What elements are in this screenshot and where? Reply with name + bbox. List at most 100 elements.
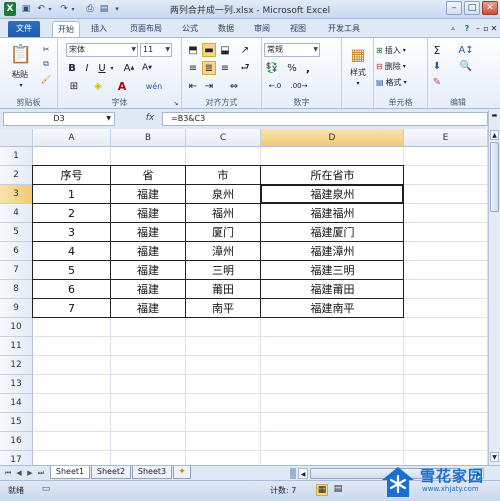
decrease-decimal-button[interactable]: .00→ [288,79,310,93]
align-left-button[interactable]: ≡ [186,61,200,75]
font-name-select[interactable]: 宋体 ▼ [66,43,138,57]
row-header-9[interactable]: 9 [0,299,33,318]
phonetic-guide-button[interactable]: wén [144,79,164,93]
tab-data[interactable]: 数据 [214,21,238,37]
format-painter-icon[interactable]: 🖌 [40,73,52,85]
align-middle-button[interactable]: ▬ [202,43,216,57]
close-button[interactable]: ✕ [482,1,498,15]
merge-center-button[interactable]: ⇔ [224,79,244,93]
macro-record-icon[interactable]: ▭ [40,484,52,496]
column-header-c[interactable]: C [186,129,261,147]
name-box[interactable]: D3 ▼ [3,112,115,126]
workbook-restore-icon[interactable]: ▫ [482,22,490,34]
dialog-launcher-icon[interactable]: ↘ [172,99,180,107]
row-header-8[interactable]: 8 [0,280,33,299]
header-cell[interactable]: 所在省市 [261,166,404,185]
font-color-button[interactable]: A [114,79,130,93]
minimize-button[interactable]: – [446,1,462,15]
paste-icon[interactable]: 📋 [10,42,32,66]
cell-styles-icon[interactable]: ▦ [348,44,368,64]
fill-color-button[interactable]: ◈ [90,79,106,93]
copy-icon[interactable]: ⧉ [40,58,52,70]
normal-view-icon[interactable]: ▦ [316,484,328,496]
sheet-tab-sheet1[interactable]: Sheet1 [50,466,90,479]
workbook-close-icon[interactable]: ✕ [490,22,498,34]
table-cell[interactable]: 3 [33,223,111,242]
table-cell[interactable]: 福建厦门 [261,223,404,242]
table-cell[interactable]: 南平 [186,299,261,318]
increase-decimal-button[interactable]: ←.0 [264,79,286,93]
table-cell[interactable]: 福建三明 [261,261,404,280]
percent-style-button[interactable]: % [286,61,298,75]
table-cell[interactable]: 厦门 [186,223,261,242]
table-cell[interactable]: 福建 [111,280,186,299]
underline-dropdown-icon[interactable]: ▾ [109,61,115,75]
table-cell[interactable]: 2 [33,204,111,223]
help-icon[interactable]: ? [462,22,472,34]
split-box-icon[interactable]: ▬ [490,111,499,120]
insert-sheet-icon[interactable]: ✦ [173,466,191,479]
first-sheet-icon[interactable]: ⏮ [3,468,13,479]
tab-view[interactable]: 视图 [286,21,310,37]
header-cell[interactable]: 省 [111,166,186,185]
fill-button[interactable]: ⬇ [430,59,444,73]
styles-dropdown-icon[interactable]: ▾ [354,79,362,87]
tab-developer[interactable]: 开发工具 [322,21,366,37]
insert-function-button[interactable]: fx [140,112,160,126]
format-cells-button[interactable]: ▤ 格式 ▾ [376,75,426,89]
table-cell[interactable]: 三明 [186,261,261,280]
header-cell[interactable]: 序号 [33,166,111,185]
number-format-select[interactable]: 常规 ▼ [264,43,320,57]
table-cell[interactable]: 6 [33,280,111,299]
table-cell[interactable]: 4 [33,242,111,261]
scroll-up-arrow[interactable]: ▲ [490,130,499,140]
worksheet-grid[interactable]: A B C D E 1 2 3 4 5 6 7 8 9 10 11 12 13 14 15 16 17 序号省市… [0,129,488,465]
row-header-1[interactable]: 1 [0,147,33,166]
grow-font-button[interactable]: A ▲ [122,61,136,75]
select-all-corner[interactable] [0,129,33,147]
table-cell[interactable]: 泉州 [186,185,261,204]
shrink-font-button[interactable]: A ▼ [140,61,154,75]
table-cell[interactable]: 5 [33,261,111,280]
tab-home[interactable]: 开始 [52,21,80,37]
table-cell[interactable]: 1 [33,185,111,204]
tab-page-layout[interactable]: 页面布局 [124,21,168,37]
align-top-button[interactable]: ⬒ [186,43,200,57]
table-cell[interactable]: 福建福州 [261,204,404,223]
restore-button[interactable]: □ [464,1,480,15]
workbook-minimize-icon[interactable]: – [474,22,482,34]
borders-button[interactable]: ⊞ [66,79,82,93]
paste-dropdown-icon[interactable]: ▾ [17,81,25,89]
table-cell[interactable]: 福建 [111,242,186,261]
column-header-d[interactable]: D [261,129,404,147]
row-header-2[interactable]: 2 [0,166,33,185]
tab-review[interactable]: 审阅 [250,21,274,37]
table-cell[interactable]: 福建 [111,204,186,223]
last-sheet-icon[interactable]: ⏭ [36,468,46,479]
cut-icon[interactable]: ✂ [40,43,52,55]
align-bottom-button[interactable]: ⬓ [218,43,232,57]
row-header-5[interactable]: 5 [0,223,33,242]
align-center-button[interactable]: ≣ [202,61,216,75]
table-cell[interactable]: 莆田 [186,280,261,299]
bold-button[interactable]: B [66,61,78,75]
row-header-13[interactable]: 13 [0,375,33,394]
increase-indent-button[interactable]: ⇥ [202,79,216,93]
scroll-down-arrow[interactable]: ▼ [490,452,499,462]
tab-insert[interactable]: 插入 [86,21,112,37]
orientation-button[interactable]: ↗ [238,43,252,57]
table-cell[interactable]: 福建 [111,299,186,318]
row-header-15[interactable]: 15 [0,413,33,432]
column-header-a[interactable]: A [33,129,111,147]
sheet-tab-sheet2[interactable]: Sheet2 [91,466,131,479]
selected-cell-d3[interactable] [260,184,404,204]
find-select-button[interactable]: 🔍 [456,59,476,73]
row-header-14[interactable]: 14 [0,394,33,413]
row-header-11[interactable]: 11 [0,337,33,356]
column-header-b[interactable]: B [111,129,186,147]
previous-sheet-icon[interactable]: ◀ [14,468,24,479]
align-right-button[interactable]: ≡ [218,61,232,75]
scroll-left-arrow[interactable]: ◀ [298,468,308,479]
table-cell[interactable]: 福建南平 [261,299,404,318]
comma-style-button[interactable]: , [302,61,314,75]
